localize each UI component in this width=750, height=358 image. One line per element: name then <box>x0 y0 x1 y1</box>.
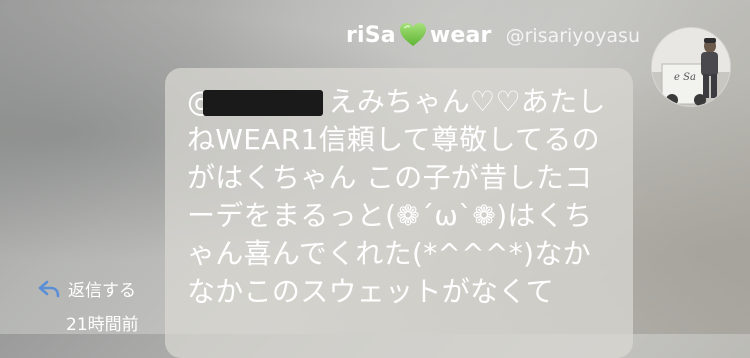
reply-arrow-icon <box>38 280 60 297</box>
timestamp: 21時間前 <box>66 315 139 335</box>
avatar[interactable]: e Sa <box>652 28 730 106</box>
comment-bubble: @xxxxxxえみちゃん♡♡あたしねWEAR1信頼して尊敬してるのがはくちゃん … <box>165 68 633 358</box>
reply-button[interactable]: 返信する <box>38 276 136 301</box>
display-name-part1: riSa <box>345 22 396 48</box>
display-name[interactable]: riSa wear <box>346 22 492 48</box>
username[interactable]: @risariyoyasu <box>506 25 640 47</box>
comment-header: riSa wear @risariyoyasu <box>346 22 640 48</box>
reply-label: 返信する <box>68 281 136 301</box>
redaction-bar <box>203 90 323 116</box>
svg-text:e Sa: e Sa <box>674 72 696 83</box>
green-heart-icon <box>399 23 426 46</box>
avatar-image: e Sa <box>652 28 730 106</box>
comment-text: @xxxxxxえみちゃん♡♡あたしねWEAR1信頼して尊敬してるのがはくちゃん … <box>187 83 617 311</box>
mention-redacted[interactable]: @xxxxxx <box>187 83 323 121</box>
display-name-part2: wear <box>429 22 492 48</box>
